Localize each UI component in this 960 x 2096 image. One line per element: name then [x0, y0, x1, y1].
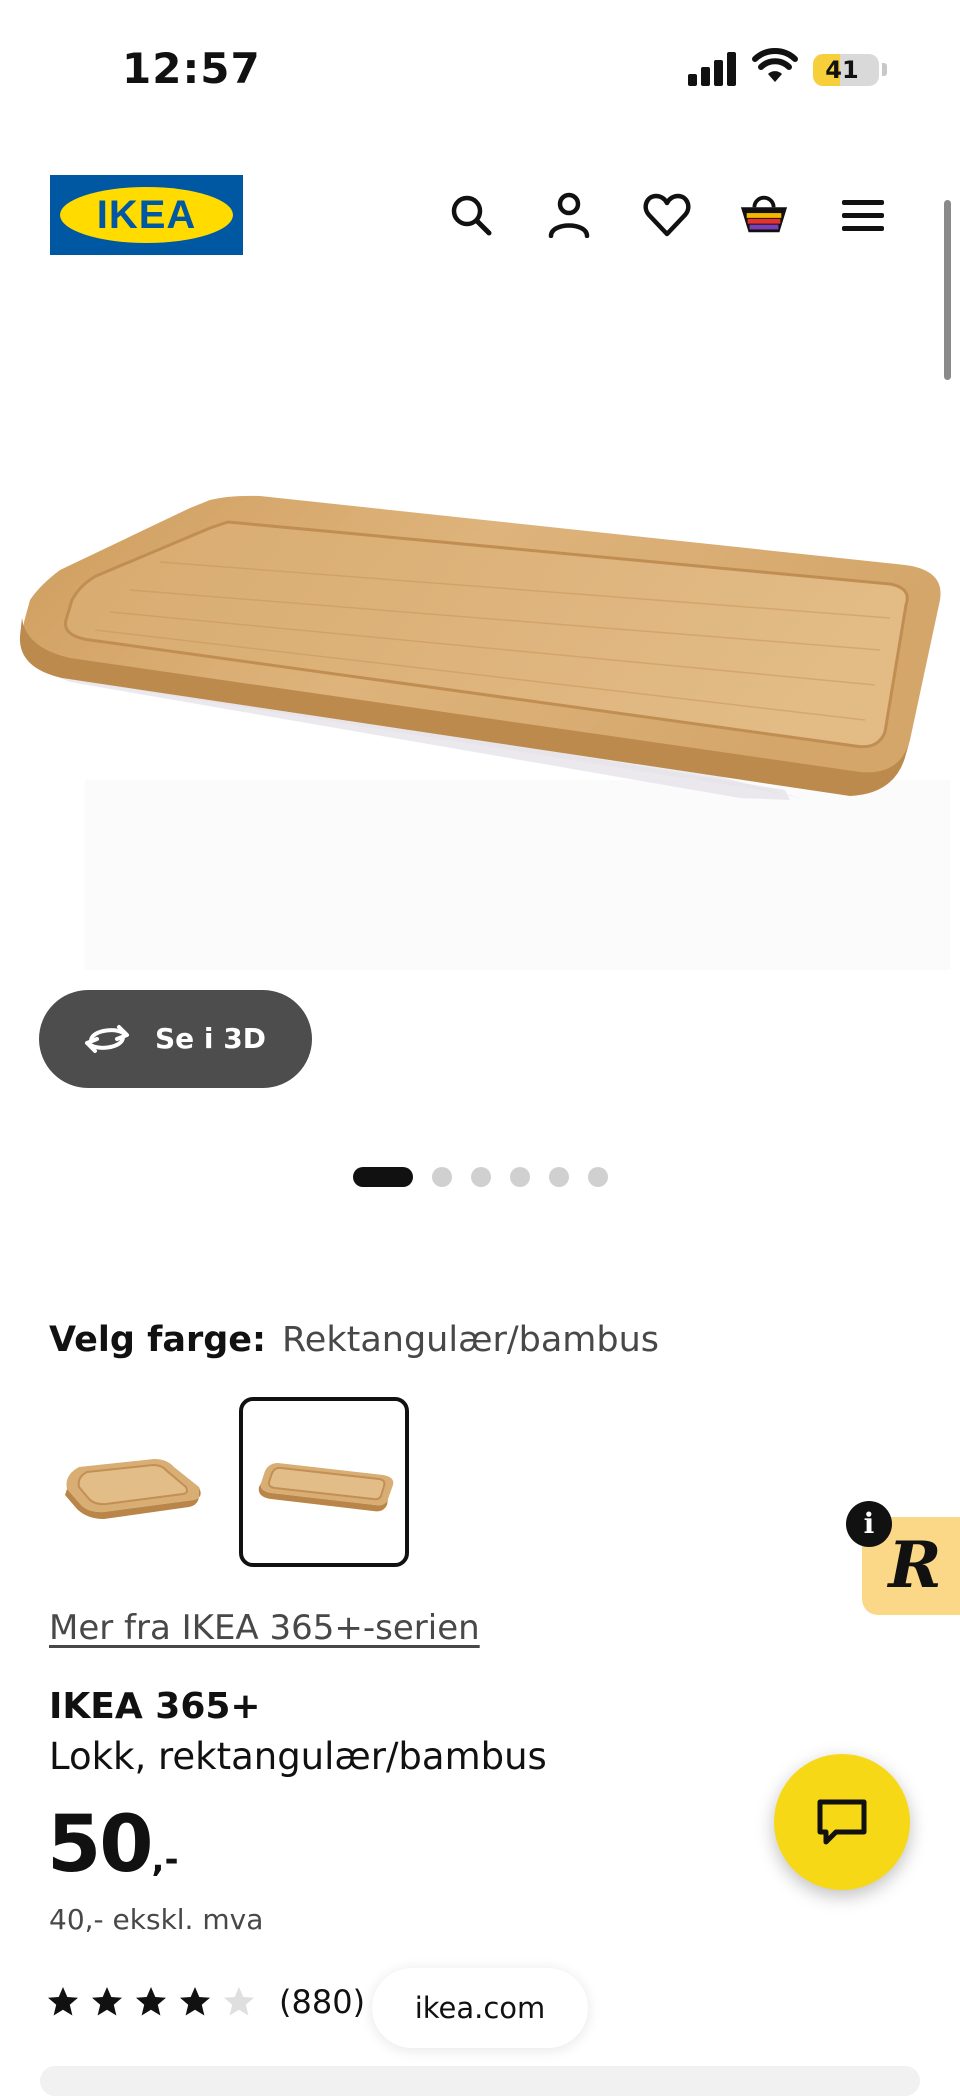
carousel-dot[interactable] — [432, 1167, 452, 1187]
status-bar: 12:57 41 — [0, 0, 960, 140]
color-value: Rektangulær/bambus — [282, 1320, 660, 1360]
price-integer: 50 — [47, 1800, 154, 1890]
star-filled-icon — [92, 1987, 122, 2016]
cellular-signal-icon — [688, 52, 738, 90]
basket-icon[interactable] — [739, 190, 789, 240]
menu-icon[interactable] — [838, 190, 888, 240]
carousel-dot[interactable] — [353, 1167, 413, 1187]
chat-bubble-icon — [817, 1799, 867, 1845]
view-3d-label: Se i 3D — [155, 1022, 266, 1055]
carousel-dot[interactable] — [549, 1167, 569, 1187]
carousel-dot[interactable] — [471, 1167, 491, 1187]
heart-icon[interactable] — [642, 190, 692, 240]
info-icon[interactable]: i — [846, 1501, 892, 1547]
variant-square-bamboo[interactable] — [49, 1397, 219, 1567]
rotate-3d-icon — [81, 1019, 133, 1063]
color-label: Velg farge: — [49, 1320, 267, 1360]
status-time: 12:57 — [122, 44, 261, 93]
variant-rectangular-bamboo[interactable] — [239, 1397, 409, 1567]
battery-cap — [882, 63, 887, 76]
battery-icon: 41 — [813, 54, 879, 86]
review-count: (880) — [279, 1983, 366, 2021]
battery-percentage: 41 — [825, 56, 859, 84]
product-description: Lokk, rektangulær/bambus — [49, 1735, 547, 1778]
rectangular-lid-thumbnail — [258, 1463, 394, 1512]
site-header: IKEA — [0, 160, 960, 270]
browser-url-pill[interactable]: ikea.com — [372, 1968, 588, 2048]
chat-button[interactable] — [774, 1754, 910, 1890]
next-section-edge — [40, 2066, 920, 2096]
star-empty-icon — [224, 1987, 254, 2016]
logo-text: IKEA — [96, 193, 197, 237]
carousel-dot[interactable] — [510, 1167, 530, 1187]
wifi-icon — [752, 48, 798, 88]
search-icon[interactable] — [446, 190, 496, 240]
view-3d-button[interactable]: Se i 3D — [39, 990, 312, 1088]
bamboo-lid-image — [19, 495, 941, 800]
ikea-logo[interactable]: IKEA — [50, 175, 243, 255]
product-price: 50,- — [47, 1800, 179, 1890]
series-link[interactable]: Mer fra IKEA 365+-serien — [49, 1608, 480, 1648]
star-filled-icon — [180, 1987, 210, 2016]
color-selector-heading: Velg farge: Rektangulær/bambus — [49, 1315, 659, 1365]
product-image[interactable] — [0, 300, 960, 1000]
star-filled-icon — [48, 1987, 78, 2016]
star-filled-icon — [136, 1987, 166, 2016]
product-name: IKEA 365+ — [49, 1686, 261, 1727]
price-excl-vat: 40,- ekskl. mva — [49, 1903, 264, 1936]
price-decimal: ,- — [151, 1840, 179, 1880]
square-lid-thumbnail — [65, 1459, 201, 1519]
user-icon[interactable] — [544, 190, 594, 240]
carousel-dot[interactable] — [588, 1167, 608, 1187]
